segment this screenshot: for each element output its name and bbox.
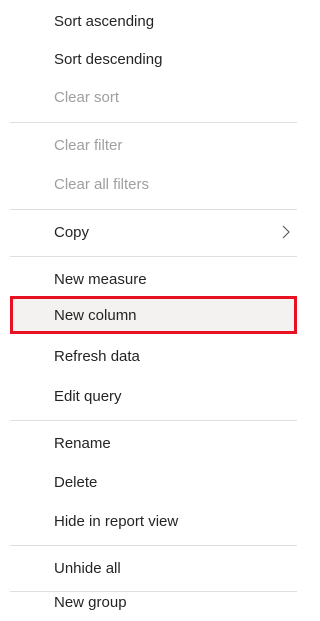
menu-item-rename[interactable]: Rename — [10, 424, 297, 462]
menu-item-label: Copy — [54, 223, 90, 241]
menu-item-label: New column — [54, 306, 137, 324]
menu-separator — [10, 545, 297, 546]
menu-item-label: Clear all filters — [54, 175, 150, 193]
menu-item-sort-ascending[interactable]: Sort ascending — [10, 2, 297, 40]
menu-item-hide-in-report-view[interactable]: Hide in report view — [10, 502, 297, 540]
menu-item-label: Clear filter — [54, 136, 123, 154]
menu-item-label: Refresh data — [54, 347, 140, 365]
menu-item-label: Rename — [54, 434, 111, 452]
menu-separator — [10, 209, 297, 210]
chevron-right-icon — [282, 225, 290, 239]
menu-item-label: Edit query — [54, 387, 122, 405]
menu-item-unhide-all[interactable]: Unhide all — [10, 549, 297, 587]
menu-item-clear-sort: Clear sort — [10, 78, 297, 116]
menu-item-clear-filter: Clear filter — [10, 126, 297, 164]
menu-item-new-column[interactable]: New column — [10, 296, 297, 334]
menu-item-label: New measure — [54, 270, 147, 288]
menu-item-delete[interactable]: Delete — [10, 463, 297, 501]
menu-item-label: Hide in report view — [54, 512, 179, 530]
menu-item-clear-all-filters: Clear all filters — [10, 165, 297, 203]
menu-item-label: New group — [54, 593, 127, 611]
context-menu: Sort ascending Sort descending Clear sor… — [0, 0, 297, 621]
menu-item-sort-descending[interactable]: Sort descending — [10, 40, 297, 78]
menu-item-label: Sort ascending — [54, 12, 155, 30]
menu-item-copy[interactable]: Copy — [10, 213, 297, 251]
menu-item-new-measure[interactable]: New measure — [10, 260, 297, 298]
menu-item-refresh-data[interactable]: Refresh data — [10, 337, 297, 375]
menu-item-label: Sort descending — [54, 50, 163, 68]
menu-item-label: Unhide all — [54, 559, 121, 577]
menu-separator — [10, 256, 297, 257]
menu-item-edit-query[interactable]: Edit query — [10, 377, 297, 415]
menu-item-label: Clear sort — [54, 88, 120, 106]
menu-item-new-group[interactable]: New group — [10, 583, 297, 621]
menu-separator — [10, 122, 297, 123]
menu-item-label: Delete — [54, 473, 98, 491]
menu-separator — [10, 420, 297, 421]
